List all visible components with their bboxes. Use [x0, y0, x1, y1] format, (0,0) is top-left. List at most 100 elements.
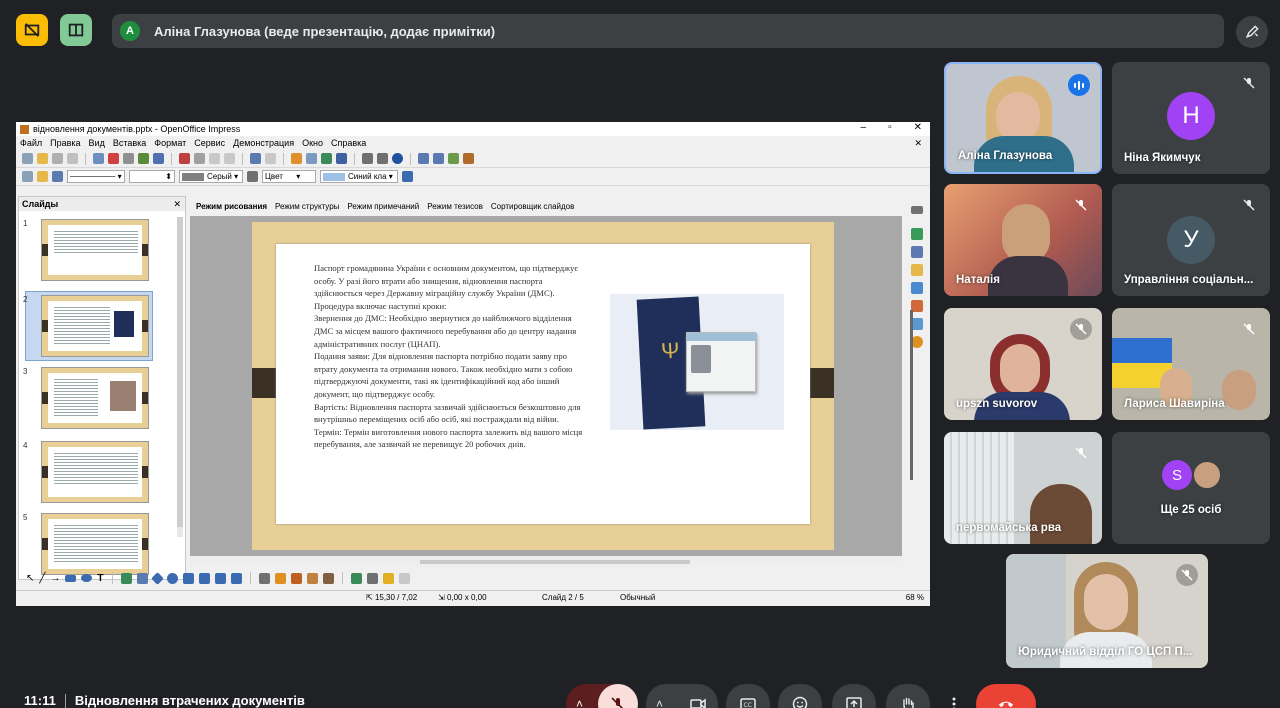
- line-color-select[interactable]: Серый ▾: [179, 170, 243, 183]
- master-pages-icon[interactable]: [911, 246, 923, 258]
- participant-tile-pervomaiska[interactable]: первомайська рва: [944, 432, 1102, 544]
- rectangle-icon[interactable]: [65, 574, 77, 582]
- tab-outline-view[interactable]: Режим структуры: [275, 202, 339, 211]
- chart-icon[interactable]: [291, 153, 302, 164]
- copy-icon[interactable]: [194, 153, 205, 164]
- rotate-icon[interactable]: [350, 572, 362, 584]
- status-zoom[interactable]: 68 %: [906, 593, 924, 602]
- maximize-icon[interactable]: ▫: [888, 122, 892, 133]
- table-icon[interactable]: [306, 153, 317, 164]
- more-options-button[interactable]: [938, 684, 970, 708]
- arrange-icon[interactable]: [382, 572, 394, 584]
- spellcheck-icon[interactable]: [138, 153, 149, 164]
- participant-tile-natalia[interactable]: Наталія: [944, 184, 1102, 296]
- sidebar-menu-icon[interactable]: [911, 206, 923, 214]
- globe-icon[interactable]: [321, 153, 332, 164]
- more-participants-tile[interactable]: S Ще 25 осіб: [1112, 432, 1270, 544]
- participant-tile-suvorov[interactable]: upszn suvorov: [944, 308, 1102, 420]
- menu-format[interactable]: Формат: [154, 138, 186, 148]
- line-style-select[interactable]: ──────── ▾: [67, 170, 125, 183]
- present-off-button[interactable]: [16, 14, 48, 46]
- slides-scrollbar[interactable]: [177, 217, 183, 537]
- captions-button[interactable]: CC: [726, 684, 770, 708]
- raise-hand-button[interactable]: [886, 684, 930, 708]
- menu-file[interactable]: Файл: [20, 138, 42, 148]
- slide-thumbnail-1[interactable]: 1: [23, 219, 155, 285]
- close-panel-icon[interactable]: ✕: [173, 199, 181, 210]
- symbol-shapes-icon[interactable]: [166, 572, 178, 584]
- slide-text-box[interactable]: Паспорт громадянина України є основним д…: [314, 262, 586, 451]
- layouts-icon[interactable]: [911, 264, 923, 276]
- arrow-tool-icon[interactable]: →: [50, 573, 60, 584]
- undo-icon[interactable]: [250, 153, 261, 164]
- text-tool-icon[interactable]: T: [97, 573, 103, 584]
- menu-view[interactable]: Вид: [89, 138, 105, 148]
- menu-edit[interactable]: Правка: [50, 138, 80, 148]
- show-draw-icon[interactable]: [362, 153, 373, 164]
- glue-points-icon[interactable]: [274, 572, 286, 584]
- zoom-icon[interactable]: [377, 153, 388, 164]
- block-arrows-icon[interactable]: [182, 572, 194, 584]
- from-file-icon[interactable]: [306, 572, 318, 584]
- current-slide[interactable]: Паспорт громадянина України є основним д…: [252, 222, 834, 550]
- slide-thumbnail-4[interactable]: 4: [23, 441, 155, 507]
- fontwork-icon[interactable]: [290, 572, 302, 584]
- participant-tile-larysa[interactable]: Лариса Шавиріна: [1112, 308, 1270, 420]
- fill-mode-select[interactable]: Цвет ▾: [262, 170, 316, 183]
- select-icon[interactable]: ↖: [26, 573, 34, 584]
- layout-slide-icon[interactable]: [433, 153, 444, 164]
- save-icon[interactable]: [52, 153, 63, 164]
- shadow-icon[interactable]: [402, 171, 413, 182]
- camera-options-chevron-icon[interactable]: ˄: [656, 697, 663, 708]
- stars-icon[interactable]: [230, 572, 242, 584]
- line-width-input[interactable]: ⬍: [129, 170, 175, 183]
- extrusion-icon[interactable]: [398, 572, 410, 584]
- points-icon[interactable]: [258, 572, 270, 584]
- slide-icon[interactable]: [418, 153, 429, 164]
- table-design-icon[interactable]: [911, 282, 923, 294]
- passport-image[interactable]: Ψ: [610, 294, 784, 430]
- line-tool-icon[interactable]: ╱: [39, 573, 45, 584]
- edit-icon[interactable]: [93, 153, 104, 164]
- print-icon[interactable]: [123, 153, 134, 164]
- menu-tools[interactable]: Сервис: [194, 138, 225, 148]
- align-icon[interactable]: [366, 572, 378, 584]
- flowchart-icon[interactable]: [198, 572, 210, 584]
- gallery-icon[interactable]: [322, 572, 334, 584]
- tab-notes-view[interactable]: Режим примечаний: [347, 202, 419, 211]
- reactions-button[interactable]: [778, 684, 822, 708]
- camera-toggle-button[interactable]: [678, 684, 718, 708]
- help-icon[interactable]: [392, 153, 403, 164]
- design-icon[interactable]: [448, 153, 459, 164]
- annotate-button[interactable]: [1236, 16, 1268, 48]
- menu-window[interactable]: Окно: [302, 138, 323, 148]
- canvas-scrollbar[interactable]: [910, 310, 913, 480]
- line-icon[interactable]: [37, 171, 48, 182]
- styles-icon[interactable]: [22, 171, 33, 182]
- clone-icon[interactable]: [224, 153, 235, 164]
- menu-insert[interactable]: Вставка: [113, 138, 146, 148]
- basic-shapes-icon[interactable]: [150, 571, 164, 585]
- curve-icon[interactable]: [120, 572, 132, 584]
- meeting-title[interactable]: Відновлення втрачених документів: [75, 693, 305, 708]
- tab-handout-view[interactable]: Режим тезисов: [427, 202, 483, 211]
- pdf-icon[interactable]: [108, 153, 119, 164]
- slide-thumbnail-2[interactable]: 2: [23, 295, 155, 361]
- participant-tile-alina[interactable]: Аліна Глазунова: [944, 62, 1102, 174]
- present-screen-button[interactable]: [832, 684, 876, 708]
- properties-icon[interactable]: [911, 228, 923, 240]
- menu-help[interactable]: Справка: [331, 138, 366, 148]
- fill-color-select[interactable]: Синий кла ▾: [320, 170, 398, 183]
- cut-icon[interactable]: [179, 153, 190, 164]
- mail-icon[interactable]: [67, 153, 78, 164]
- slide-canvas[interactable]: Паспорт громадянина України є основним д…: [190, 216, 902, 556]
- autospell-icon[interactable]: [153, 153, 164, 164]
- paste-icon[interactable]: [209, 153, 220, 164]
- callouts-icon[interactable]: [214, 572, 226, 584]
- minimize-icon[interactable]: –: [861, 122, 867, 133]
- ellipse-icon[interactable]: [81, 574, 93, 582]
- participant-tile-legal[interactable]: Юридичний відділ ГО ЦСП П...: [1006, 554, 1208, 668]
- redo-icon[interactable]: [265, 153, 276, 164]
- participant-tile-nina[interactable]: Н Ніна Якимчук: [1112, 62, 1270, 174]
- slide-thumbnail-3[interactable]: 3: [23, 367, 155, 433]
